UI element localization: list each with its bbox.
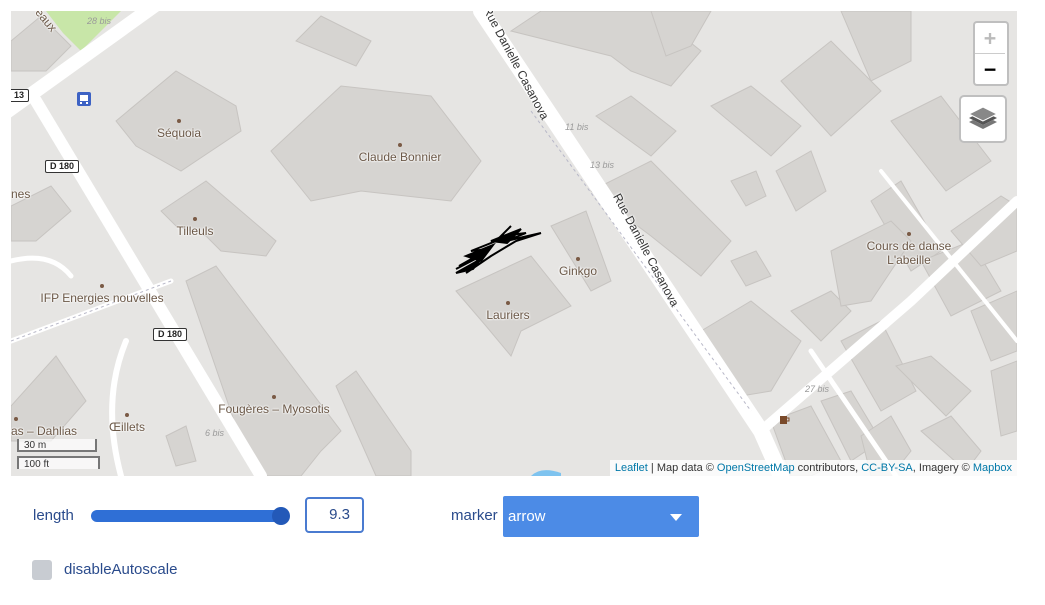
road-shield: 13 [11, 89, 30, 102]
poi-dot [177, 119, 181, 123]
length-label: length [33, 507, 74, 524]
place-label: nes [11, 187, 31, 201]
poi-dot [576, 257, 580, 261]
attribution-text: | Map data © [647, 462, 717, 474]
license-link[interactable]: CC-BY-SA [861, 462, 913, 474]
leaflet-link[interactable]: Leaflet [615, 462, 648, 474]
poi-dot [125, 413, 129, 417]
length-slider[interactable] [91, 510, 281, 522]
cafe-icon [780, 416, 790, 424]
poi-dot [272, 395, 276, 399]
poi-dot [14, 417, 18, 421]
attribution-text: , Imagery © [912, 462, 973, 474]
mapbox-link[interactable]: Mapbox [973, 462, 1012, 474]
length-input[interactable]: 9.3 [305, 497, 364, 533]
marker-select-value: arrow [508, 508, 546, 525]
chevron-down-icon [670, 514, 682, 521]
disable-autoscale-checkbox[interactable] [32, 560, 52, 580]
attribution: Leaflet | Map data © OpenStreetMap contr… [609, 460, 1017, 476]
place-label: Cours de danse [866, 239, 952, 253]
place-label: Lauriers [486, 308, 530, 322]
length-slider-thumb[interactable] [272, 507, 290, 525]
place-label: Fougères – Myosotis [218, 402, 330, 416]
poi-dot [100, 284, 104, 288]
poi-dot [193, 217, 197, 221]
marker-label: marker [451, 507, 498, 524]
road-shield: D 180 [153, 328, 188, 341]
zoom-out-button[interactable]: − [975, 54, 1005, 84]
poi-dot [506, 301, 510, 305]
scale-metric: 30 m [17, 439, 97, 452]
disable-autoscale-label: disableAutoscale [64, 561, 178, 578]
zoom-control: + − [973, 21, 1009, 86]
house-number: 28 bis [87, 16, 112, 26]
attribution-text: contributors, [794, 462, 862, 474]
map-view[interactable]: Séquoia Claude Bonnier Tilleuls IFP Ener… [11, 11, 1017, 476]
house-number: 11 bis [565, 122, 589, 132]
place-label: IFP Energies nouvelles [40, 291, 164, 305]
place-label: Ginkgo [558, 264, 598, 278]
place-label: as – Dahlias [11, 424, 78, 438]
poi-dot [398, 143, 402, 147]
marker-select[interactable]: arrow [503, 496, 699, 537]
place-label: Œillets [108, 420, 146, 434]
place-label: Séquoia [156, 126, 202, 140]
poi-dot [907, 232, 911, 236]
house-number: 27 bis [805, 384, 830, 394]
place-label: Claude Bonnier [358, 150, 442, 164]
bus-stop-icon [77, 92, 91, 106]
place-label: L'abeille [887, 253, 931, 267]
scale-imperial: 100 ft [17, 456, 100, 470]
place-label: Tilleuls [176, 224, 214, 238]
layers-icon [967, 106, 999, 129]
house-number: 13 bis [590, 160, 615, 170]
osm-link[interactable]: OpenStreetMap [717, 462, 795, 474]
road-shield: D 180 [45, 160, 80, 173]
zoom-in-button[interactable]: + [975, 23, 1005, 54]
house-number: 6 bis [205, 428, 225, 438]
layers-button[interactable] [959, 95, 1007, 143]
